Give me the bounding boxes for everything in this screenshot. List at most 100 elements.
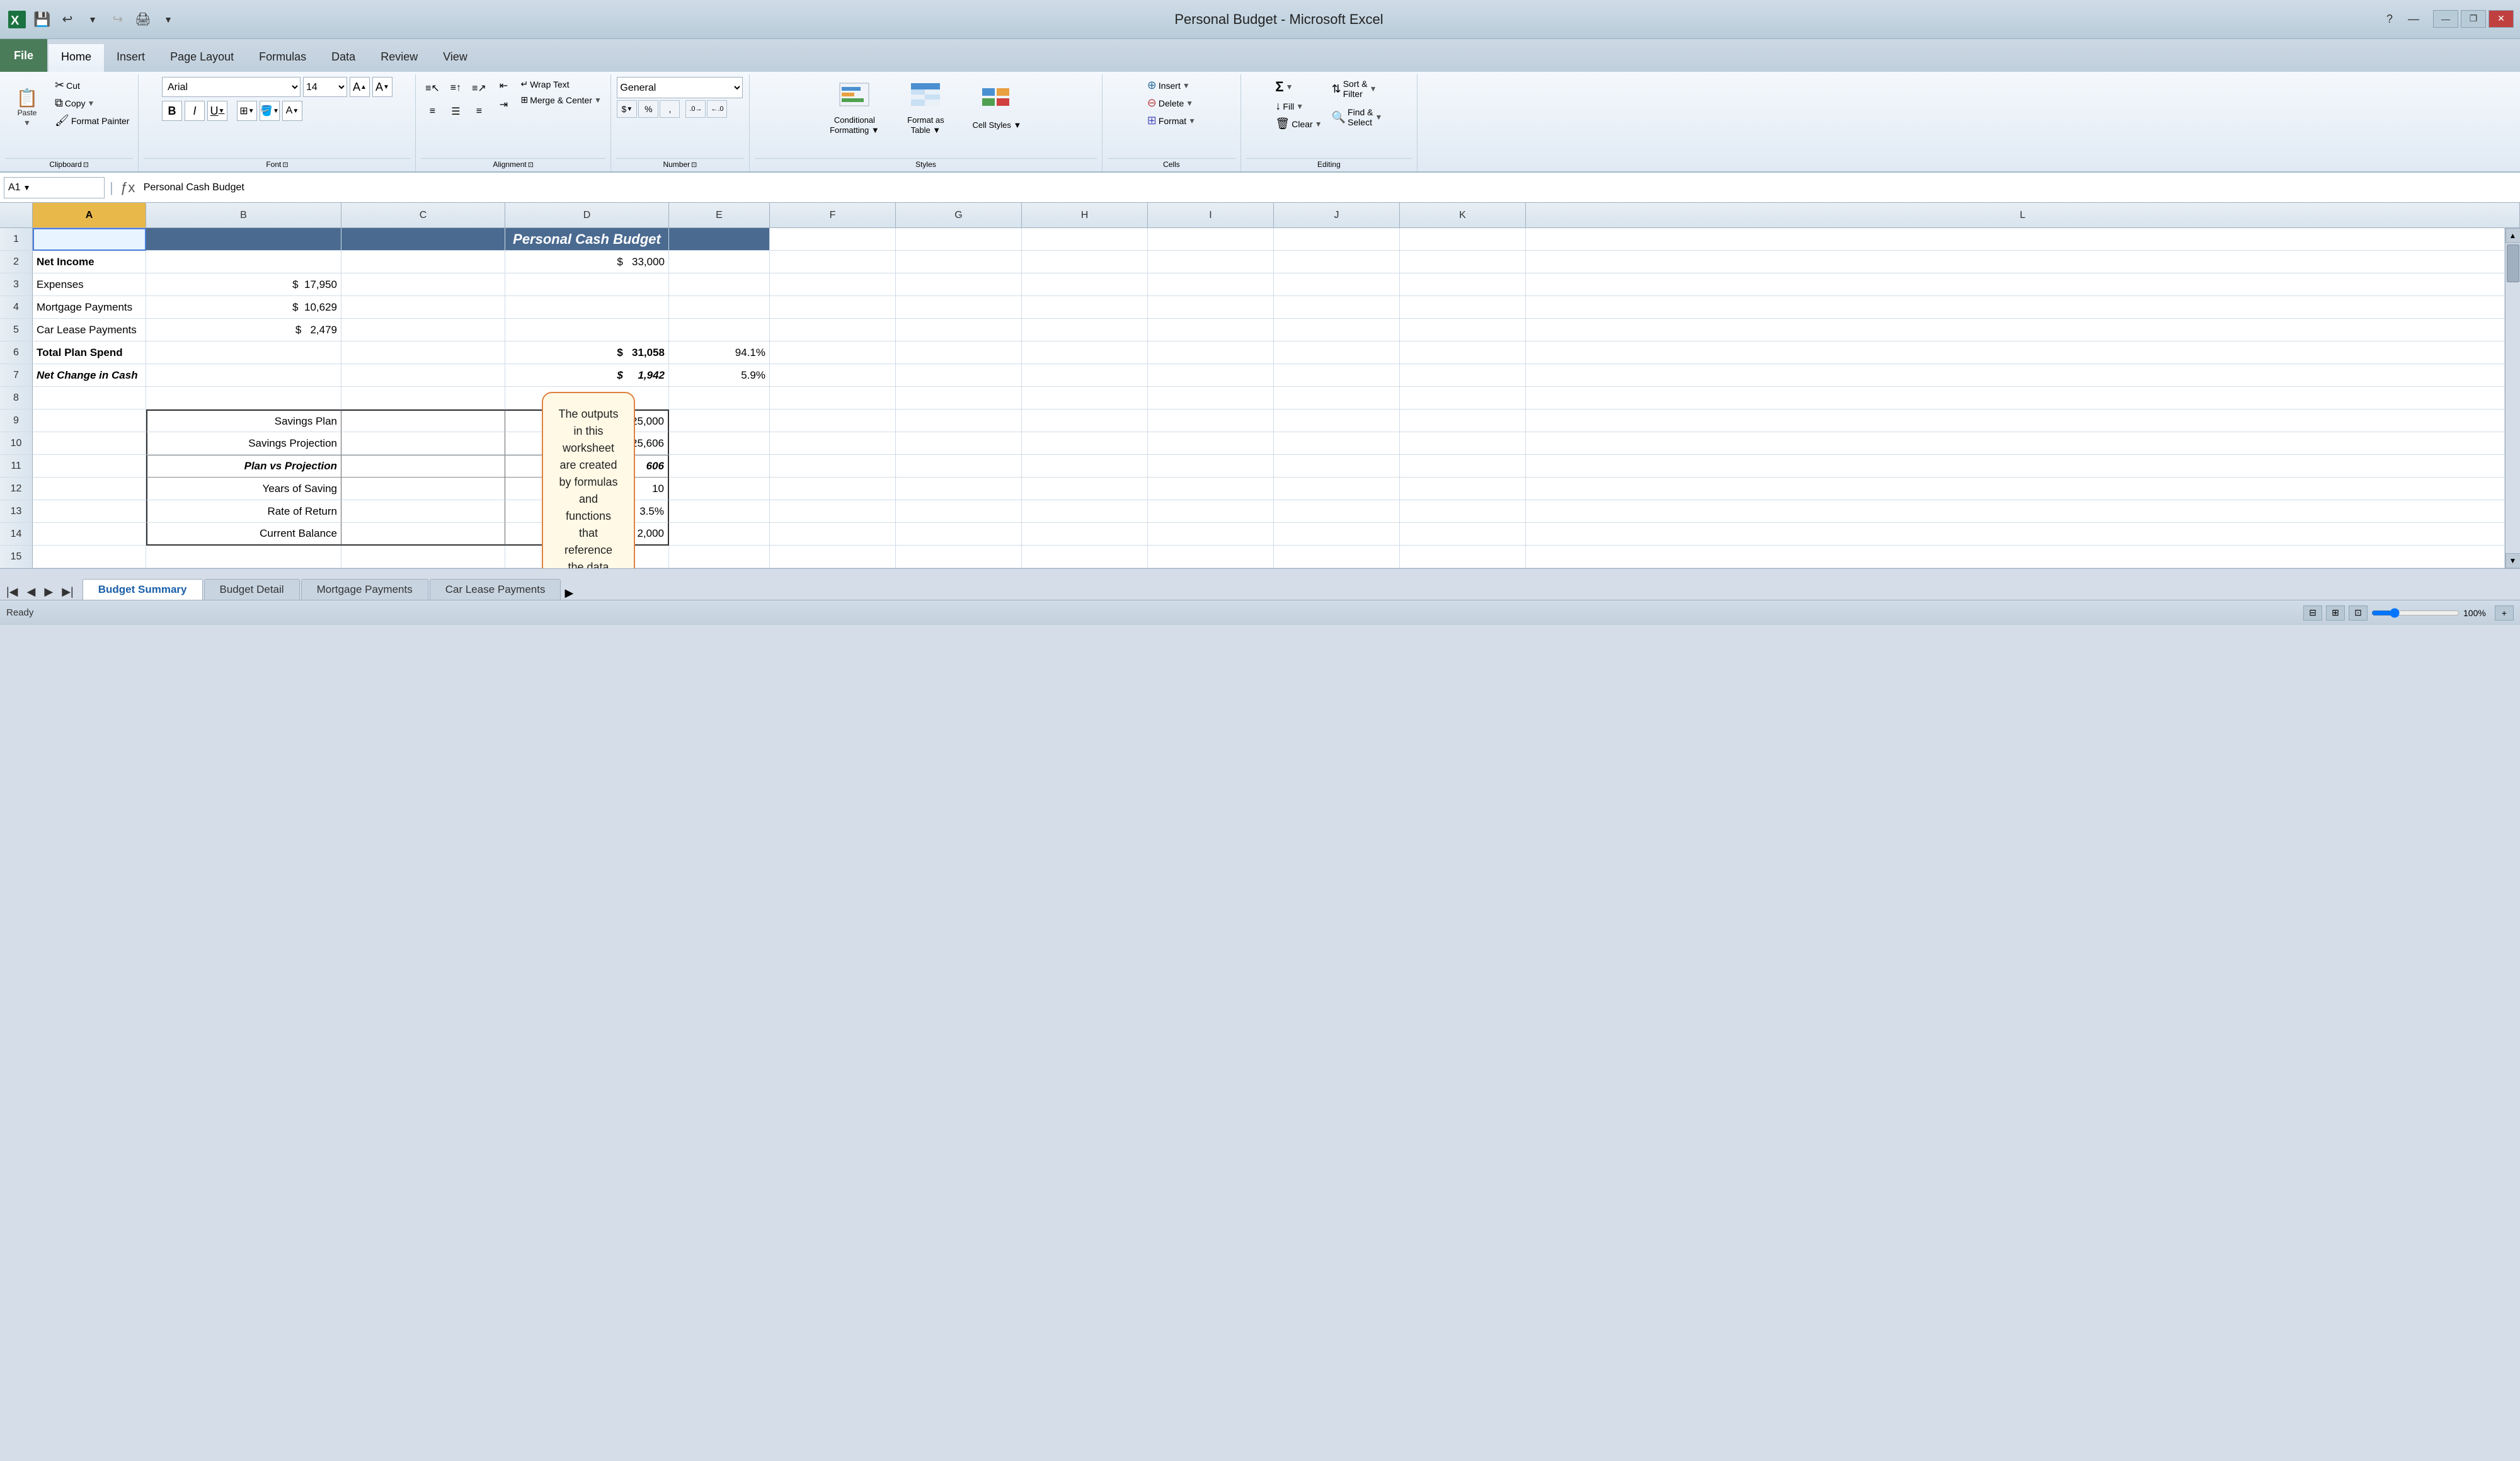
font-family-select[interactable]: Arial: [162, 77, 301, 97]
cell-G14[interactable]: [896, 523, 1022, 546]
cell-E4[interactable]: [669, 296, 770, 319]
cell-J10[interactable]: [1274, 432, 1400, 455]
save-quick-btn[interactable]: 💾: [32, 10, 53, 29]
cell-G15[interactable]: [896, 546, 1022, 568]
cell-H2[interactable]: [1022, 251, 1148, 273]
cell-C10[interactable]: [341, 432, 505, 455]
cell-G11[interactable]: [896, 455, 1022, 478]
cell-C1[interactable]: [341, 228, 505, 251]
cell-K3[interactable]: [1400, 273, 1526, 296]
restore-btn[interactable]: ❐: [2461, 10, 2486, 28]
col-header-G[interactable]: G: [896, 203, 1022, 227]
cell-I6[interactable]: [1148, 341, 1274, 364]
tab-view[interactable]: View: [430, 44, 480, 72]
font-size-select[interactable]: 14: [303, 77, 347, 97]
cell-J12[interactable]: [1274, 478, 1400, 500]
cell-E11[interactable]: [669, 455, 770, 478]
cell-C8[interactable]: [341, 387, 505, 410]
row-num-13[interactable]: 13: [0, 500, 33, 523]
cell-G3[interactable]: [896, 273, 1022, 296]
scroll-thumb[interactable]: [2507, 244, 2519, 282]
cell-E12[interactable]: [669, 478, 770, 500]
cell-F12[interactable]: [770, 478, 896, 500]
col-header-J[interactable]: J: [1274, 203, 1400, 227]
prev-sheet-btn[interactable]: ◀: [23, 584, 40, 600]
cell-A15[interactable]: [33, 546, 146, 568]
fill-color-button[interactable]: 🪣▼: [260, 101, 280, 121]
cell-L6[interactable]: [1526, 341, 2505, 364]
cell-B3[interactable]: $ 17,950: [146, 273, 341, 296]
row-num-1[interactable]: 1: [0, 228, 33, 251]
cell-I4[interactable]: [1148, 296, 1274, 319]
redo-btn[interactable]: ↪: [107, 10, 129, 29]
cell-F14[interactable]: [770, 523, 896, 546]
tab-page-layout[interactable]: Page Layout: [158, 44, 246, 72]
ribbon-minimize-btn[interactable]: —: [2403, 10, 2424, 29]
next-sheet-btn[interactable]: ▶: [40, 584, 57, 600]
cell-D7[interactable]: $ 1,942: [505, 364, 669, 387]
cell-H11[interactable]: [1022, 455, 1148, 478]
percent-btn[interactable]: %: [638, 100, 658, 118]
bold-button[interactable]: B: [162, 101, 182, 121]
sheet-tab-mortgage[interactable]: Mortgage Payments: [301, 579, 428, 600]
cell-I2[interactable]: [1148, 251, 1274, 273]
cell-B1[interactable]: [146, 228, 341, 251]
cell-E8[interactable]: [669, 387, 770, 410]
row-num-7[interactable]: 7: [0, 364, 33, 387]
cell-I15[interactable]: [1148, 546, 1274, 568]
currency-btn[interactable]: $▼: [617, 100, 637, 118]
cell-A11[interactable]: [33, 455, 146, 478]
cell-F3[interactable]: [770, 273, 896, 296]
cell-H3[interactable]: [1022, 273, 1148, 296]
tab-file[interactable]: File: [0, 39, 47, 72]
cell-F7[interactable]: [770, 364, 896, 387]
first-sheet-btn[interactable]: |◀: [3, 584, 22, 600]
cell-K7[interactable]: [1400, 364, 1526, 387]
row-num-9[interactable]: 9: [0, 410, 33, 432]
cell-A13[interactable]: [33, 500, 146, 523]
cell-E1[interactable]: [669, 228, 770, 251]
col-header-K[interactable]: K: [1400, 203, 1526, 227]
cell-K4[interactable]: [1400, 296, 1526, 319]
cell-C15[interactable]: [341, 546, 505, 568]
customize-btn[interactable]: ▼: [158, 10, 179, 29]
scroll-track[interactable]: [2506, 243, 2520, 553]
cell-L10[interactable]: [1526, 432, 2505, 455]
cell-A10[interactable]: [33, 432, 146, 455]
cell-K2[interactable]: [1400, 251, 1526, 273]
formula-fx-icon[interactable]: ƒx: [118, 180, 137, 196]
cell-A5[interactable]: Car Lease Payments: [33, 319, 146, 341]
page-layout-view-btn[interactable]: ⊞: [2326, 605, 2345, 621]
col-header-E[interactable]: E: [669, 203, 770, 227]
cell-F11[interactable]: [770, 455, 896, 478]
cell-H10[interactable]: [1022, 432, 1148, 455]
last-sheet-btn[interactable]: ▶|: [58, 584, 77, 600]
cell-G7[interactable]: [896, 364, 1022, 387]
cell-B15[interactable]: [146, 546, 341, 568]
cell-K6[interactable]: [1400, 341, 1526, 364]
cell-D3[interactable]: [505, 273, 669, 296]
cell-K14[interactable]: [1400, 523, 1526, 546]
cell-H12[interactable]: [1022, 478, 1148, 500]
fill-button[interactable]: ↓ Fill ▼: [1271, 98, 1326, 115]
clipboard-expand-icon[interactable]: ⊡: [83, 161, 89, 169]
cell-I9[interactable]: [1148, 410, 1274, 432]
cell-I3[interactable]: [1148, 273, 1274, 296]
cell-J9[interactable]: [1274, 410, 1400, 432]
cell-G4[interactable]: [896, 296, 1022, 319]
col-header-D[interactable]: D: [505, 203, 669, 227]
scroll-down-btn[interactable]: ▼: [2506, 553, 2520, 568]
cell-J15[interactable]: [1274, 546, 1400, 568]
cell-G8[interactable]: [896, 387, 1022, 410]
cell-L3[interactable]: [1526, 273, 2505, 296]
cell-J5[interactable]: [1274, 319, 1400, 341]
conditional-formatting-button[interactable]: ConditionalFormatting ▼: [820, 77, 889, 140]
cell-B7[interactable]: [146, 364, 341, 387]
cell-H9[interactable]: [1022, 410, 1148, 432]
col-header-I[interactable]: I: [1148, 203, 1274, 227]
sort-filter-button[interactable]: ⇅ Sort &Filter ▼: [1328, 77, 1387, 101]
insert-button[interactable]: ⊕ Insert ▼: [1143, 77, 1200, 94]
cell-E13[interactable]: [669, 500, 770, 523]
cell-K9[interactable]: [1400, 410, 1526, 432]
delete-button[interactable]: ⊖ Delete ▼: [1143, 95, 1200, 112]
